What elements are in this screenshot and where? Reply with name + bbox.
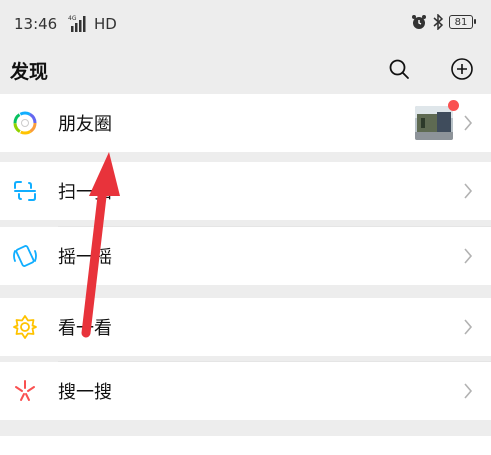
chevron-right-icon [464, 183, 473, 199]
alarm-icon [412, 15, 426, 29]
signal-icon: 4G [68, 15, 86, 32]
menu-item-next-partial[interactable] [0, 436, 491, 455]
network-type: 4G [68, 15, 77, 22]
menu-item-shake[interactable]: 摇一摇 [0, 227, 491, 285]
menu-item-label: 朋友圈 [58, 114, 112, 135]
status-hd: HD [94, 15, 117, 33]
moments-icon [13, 111, 37, 135]
status-right-group: 81 [411, 14, 476, 30]
add-icon [451, 58, 473, 80]
search-icon [389, 59, 409, 79]
add-button[interactable] [447, 54, 477, 84]
shake-icon [13, 245, 37, 267]
menu-item-search[interactable]: 搜一搜 [0, 362, 491, 420]
menu-item-label: 扫一扫 [58, 182, 112, 203]
chevron-right-icon [464, 115, 473, 131]
menu-item-label: 摇一摇 [58, 247, 112, 268]
header: 发现 [0, 48, 491, 94]
moments-preview-thumbnail[interactable] [415, 106, 453, 140]
top-stories-icon [13, 315, 37, 339]
bluetooth-icon [433, 14, 444, 30]
status-time: 13:46 [14, 15, 58, 33]
new-badge [448, 100, 459, 111]
menu-item-scan[interactable]: 扫一扫 [0, 162, 491, 220]
menu-item-label: 看一看 [58, 318, 112, 339]
chevron-right-icon [464, 383, 473, 399]
battery-icon: 81 [449, 15, 476, 29]
menu-item-moments[interactable]: 朋友圈 [0, 94, 491, 152]
page-title: 发现 [10, 61, 49, 83]
search-feature-icon [15, 380, 35, 401]
menu-item-top-stories[interactable]: 看一看 [0, 298, 491, 356]
menu-item-label: 搜一搜 [58, 382, 112, 403]
scan-icon [14, 181, 36, 201]
chevron-right-icon [464, 319, 473, 335]
chevron-right-icon [464, 248, 473, 264]
status-bar: 13:46 4G HD 81 [0, 0, 491, 48]
search-button[interactable] [384, 54, 414, 84]
